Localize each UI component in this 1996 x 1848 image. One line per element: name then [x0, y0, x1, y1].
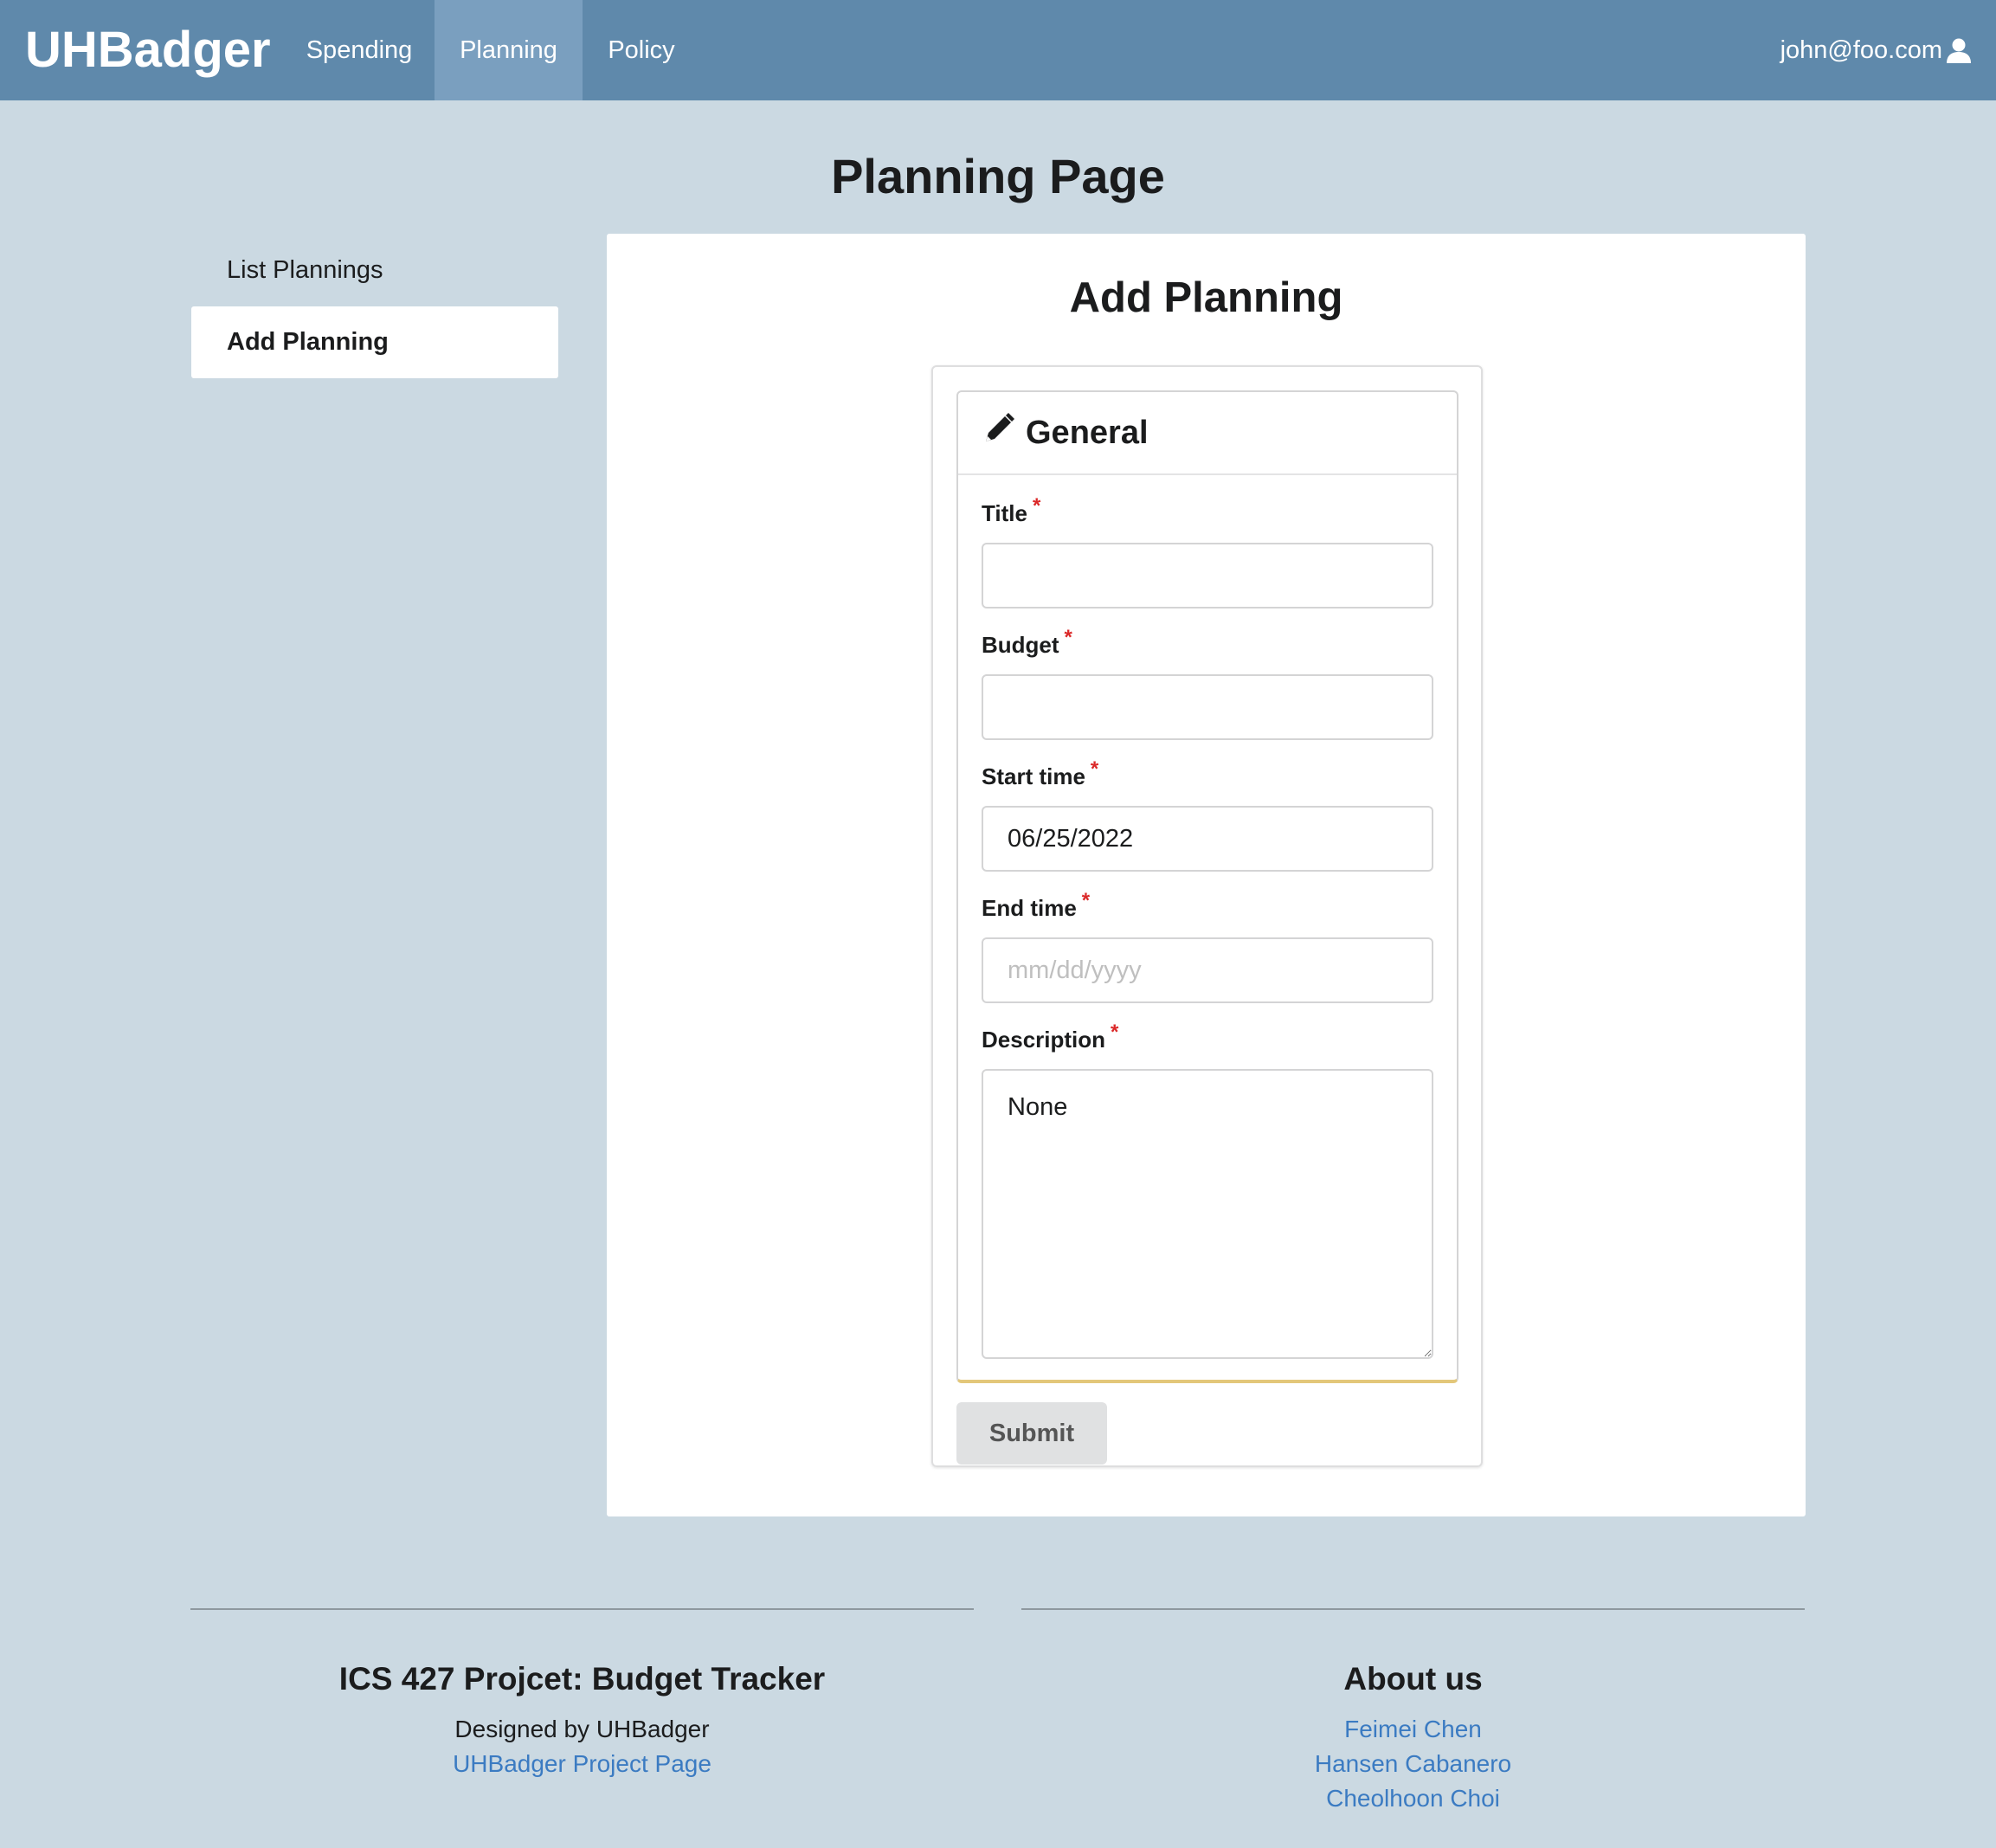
- side-menu-item-list-plannings[interactable]: List Plannings: [191, 235, 558, 306]
- side-menu: List Plannings Add Planning: [191, 235, 558, 378]
- description-field: Description * None: [982, 1021, 1433, 1363]
- footer-divider: [1021, 1608, 1805, 1610]
- description-label: Description *: [982, 1021, 1119, 1053]
- start-time-field: Start time *: [982, 757, 1433, 872]
- end-time-input[interactable]: [982, 937, 1433, 1003]
- title-field: Title *: [982, 494, 1433, 608]
- budget-label: Budget *: [982, 626, 1072, 658]
- user-email: john@foo.com: [1780, 35, 1942, 64]
- top-navbar: UHBadger Spending Planning Policy john@f…: [0, 0, 1996, 100]
- description-textarea[interactable]: None: [982, 1069, 1433, 1359]
- page-title: Planning Page: [831, 149, 1165, 203]
- footer-about-heading: About us: [1343, 1661, 1483, 1697]
- pencil-icon: [982, 412, 1015, 454]
- footer-project-column: ICS 427 Projcet: Budget Tracker Designed…: [190, 1608, 974, 1781]
- title-input[interactable]: [982, 543, 1433, 608]
- member-link-feimei-chen[interactable]: Feimei Chen: [1021, 1712, 1805, 1747]
- side-menu-item-add-planning[interactable]: Add Planning: [191, 306, 558, 378]
- form-heading: Add Planning: [1069, 274, 1343, 321]
- nav-item-planning[interactable]: Planning: [435, 0, 583, 100]
- general-section: General Title* Budget* Start time* End t…: [956, 390, 1458, 1383]
- end-time-field: End time *: [982, 889, 1433, 1003]
- required-marker: *: [1064, 626, 1072, 649]
- user-icon: [1946, 37, 1972, 63]
- member-link-cheolhoon-choi[interactable]: Cheolhoon Choi: [1021, 1781, 1805, 1816]
- nav-item-spending[interactable]: Spending: [294, 0, 424, 100]
- start-time-label: Start time *: [982, 757, 1099, 789]
- member-link-hansen-cabanero[interactable]: Hansen Cabanero: [1021, 1747, 1805, 1781]
- budget-input[interactable]: [982, 674, 1433, 740]
- required-marker: *: [1032, 494, 1041, 518]
- brand-logo[interactable]: UHBadger: [25, 14, 271, 87]
- footer-project-heading: ICS 427 Projcet: Budget Tracker: [338, 1661, 826, 1697]
- user-menu[interactable]: john@foo.com: [1780, 0, 1972, 100]
- footer-divider: [190, 1608, 974, 1610]
- required-marker: *: [1090, 757, 1099, 781]
- required-marker: *: [1081, 889, 1091, 912]
- end-time-label: End time *: [982, 889, 1091, 921]
- add-planning-form: General Title* Budget* Start time* End t…: [931, 365, 1483, 1467]
- footer-designed-by: Designed by UHBadger: [454, 1716, 710, 1742]
- budget-field: Budget *: [982, 626, 1433, 740]
- section-header: General: [958, 392, 1457, 475]
- start-time-input[interactable]: [982, 806, 1433, 872]
- title-label: Title *: [982, 494, 1041, 526]
- nav-item-policy[interactable]: Policy: [594, 0, 689, 100]
- project-page-link[interactable]: UHBadger Project Page: [190, 1747, 974, 1781]
- section-title: General: [1026, 414, 1149, 451]
- submit-button[interactable]: Submit: [956, 1402, 1107, 1465]
- main-content-card: Add Planning General Title * Budget * St…: [607, 234, 1806, 1516]
- footer-about-column: About us Feimei Chen Hansen Cabanero Che…: [1021, 1608, 1805, 1816]
- required-marker: *: [1111, 1021, 1119, 1044]
